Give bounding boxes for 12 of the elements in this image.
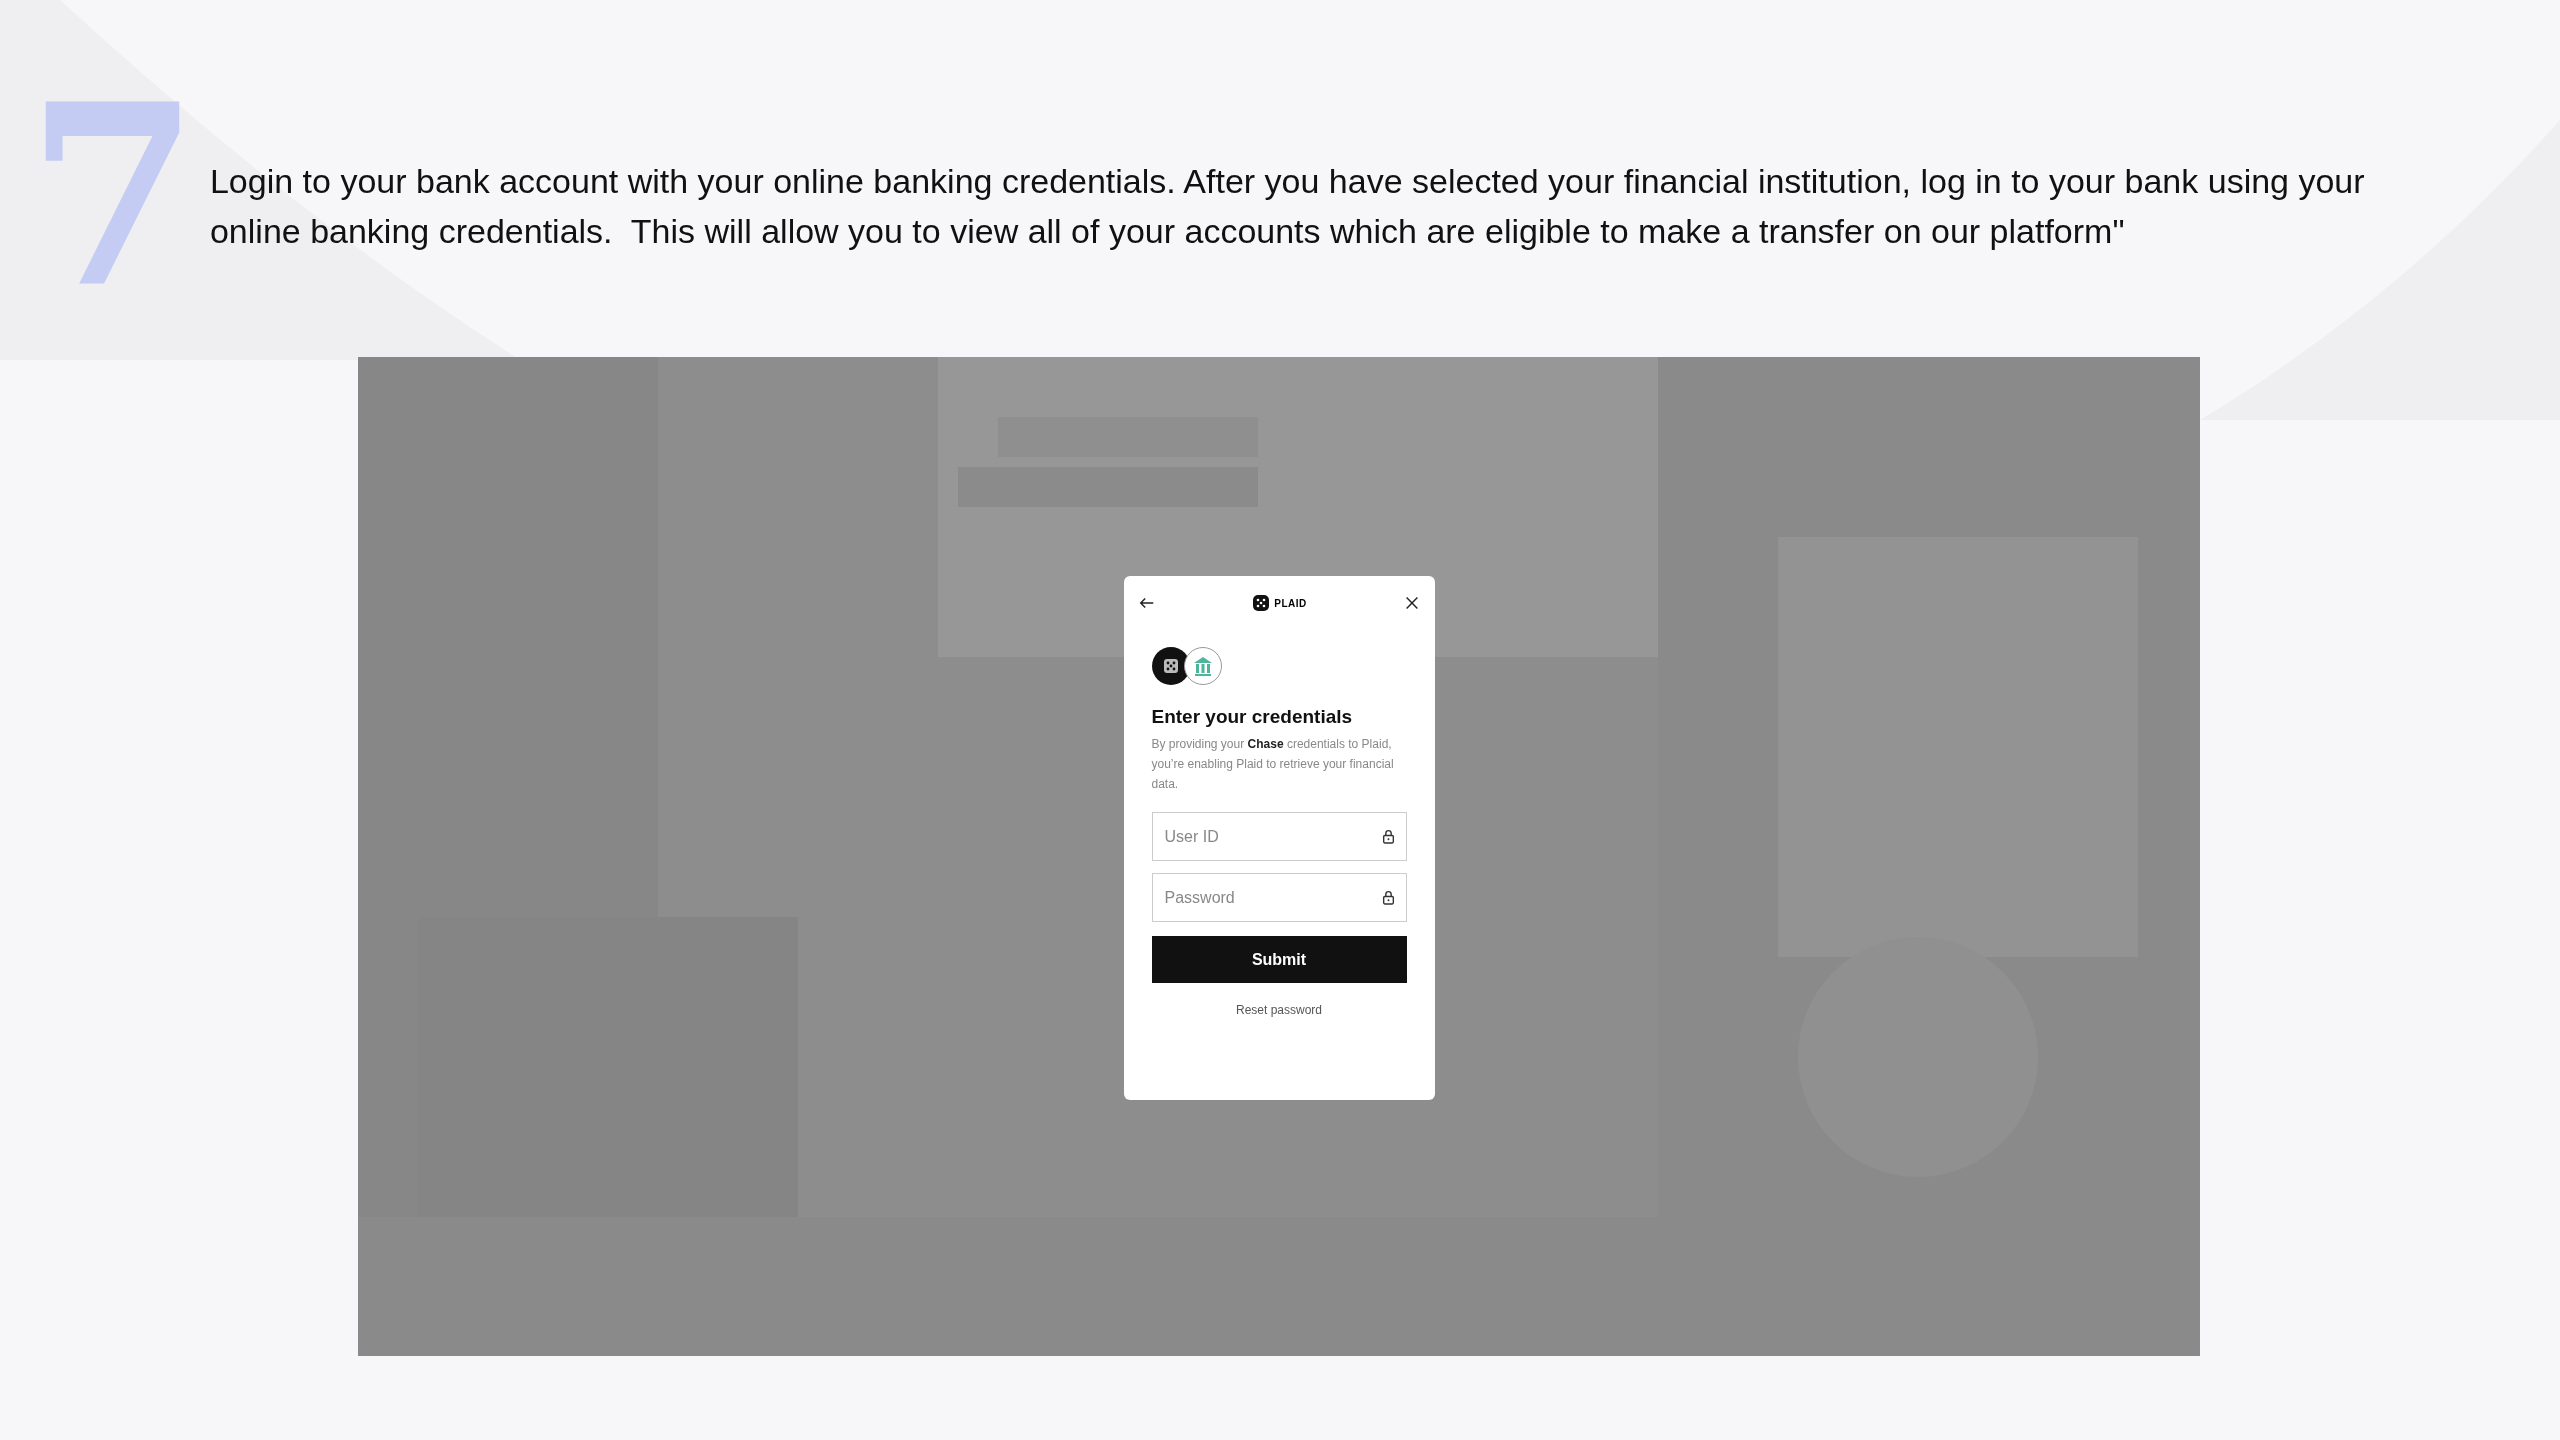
dialog-title: Enter your credentials — [1151, 706, 1354, 728]
instruction-text: Login to your bank account with your online banking credentials. After you have selected your financial institution, log in to your bank using your online banking credentials. This will allow you to view all of your accounts which are eligible to make a transfer on our platform" — [209, 161, 2366, 252]
input-field[interactable]: Password — [1151, 873, 1407, 922]
input-field[interactable]: User ID — [1151, 812, 1407, 861]
lock-icon — [1381, 890, 1395, 905]
brand-name: PLAID — [1274, 597, 1307, 609]
reset-password-link[interactable]: Reset password — [1235, 1003, 1322, 1017]
lock-icon — [1381, 829, 1395, 844]
logo-icon — [1251, 593, 1272, 613]
submit-button[interactable]: Submit — [1151, 936, 1407, 983]
logos-icon — [1151, 646, 1224, 686]
description-text: By providing your Chase credentials to Plaid, you’re enabling Plaid to retrieve your financial data. — [1151, 736, 1395, 793]
